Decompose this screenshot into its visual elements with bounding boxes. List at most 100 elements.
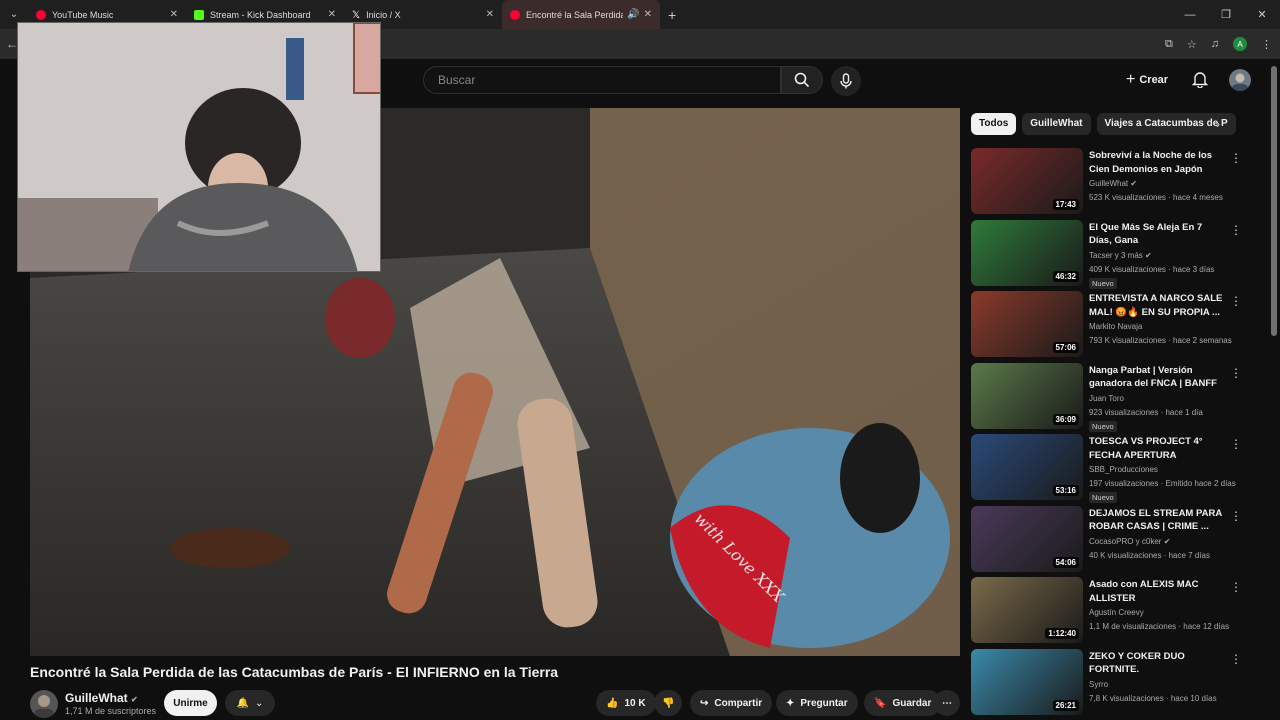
- recommendation-title[interactable]: DEJAMOS EL STREAM PARA ROBAR CASAS | CRI…: [1089, 507, 1225, 534]
- recommendation-item[interactable]: 54:06 DEJAMOS EL STREAM PARA ROBAR CASAS …: [971, 505, 1246, 578]
- more-vertical-icon[interactable]: ⋮: [1230, 437, 1242, 451]
- recommendation-title[interactable]: El Que Más Se Aleja En 7 Días, Gana: [1089, 221, 1225, 248]
- more-vertical-icon[interactable]: ⋮: [1230, 223, 1242, 237]
- recommendation-channel-text: Tacser y 3 más: [1089, 250, 1143, 260]
- speaker-icon[interactable]: 🔊: [627, 9, 639, 20]
- share-button[interactable]: ↪ Compartir: [690, 690, 773, 716]
- channel-avatar-image: [34, 695, 54, 718]
- more-actions-button[interactable]: ⋯: [934, 690, 960, 716]
- notifications-button[interactable]: [1191, 70, 1209, 93]
- more-vertical-icon[interactable]: ⋮: [1230, 366, 1242, 380]
- video-thumbnail[interactable]: 46:32: [971, 219, 1083, 286]
- kick-icon: [194, 9, 204, 20]
- browser-menu-icon[interactable]: ⋮: [1261, 38, 1272, 51]
- video-thumbnail[interactable]: 54:06: [971, 505, 1083, 572]
- chip-todos[interactable]: Todos: [971, 113, 1017, 135]
- close-tab-icon[interactable]: ✕: [644, 9, 652, 20]
- recommendation-item[interactable]: 1:12:40 Asado con ALEXIS MAC ALLISTER Agus…: [971, 577, 1246, 649]
- close-tab-icon[interactable]: ✕: [486, 9, 494, 20]
- recommendation-meta: 523 K visualizaciones · hace 4 meses: [1089, 193, 1223, 202]
- restore-icon[interactable]: ❐: [1208, 8, 1244, 21]
- video-thumbnail[interactable]: 26:21: [971, 648, 1083, 715]
- channel-avatar[interactable]: [30, 690, 58, 718]
- recommendation-channel[interactable]: CocasoPRO y c0ker ✔: [1089, 537, 1170, 546]
- video-thumbnail[interactable]: 36:09: [971, 362, 1083, 429]
- ask-button[interactable]: ✦ Preguntar: [776, 690, 858, 716]
- recommendation-channel[interactable]: GuilleWhat ✔: [1089, 179, 1137, 188]
- search-input[interactable]: Buscar: [423, 66, 781, 94]
- recommendation-item[interactable]: 46:32 El Que Más Se Aleja En 7 Días, Gana…: [971, 219, 1246, 292]
- recommendation-title[interactable]: TOESCA VS PROJECT 4° FECHA APERTURA: [1089, 435, 1225, 462]
- voice-search-button[interactable]: [831, 66, 861, 96]
- recommendation-item[interactable]: 26:21 ZEKO Y COKER DUO FORTNITE. Syrro 7,8 …: [971, 648, 1246, 720]
- chevron-down-icon: ⌄: [255, 697, 264, 709]
- thumbs-up-icon: 👍: [606, 697, 619, 709]
- more-vertical-icon[interactable]: ⋮: [1230, 580, 1242, 594]
- recommendation-title[interactable]: Sobreviví a la Noche de los Cien Demonio…: [1089, 149, 1225, 176]
- media-control-icon[interactable]: ♫: [1211, 38, 1219, 50]
- create-label: Crear: [1139, 74, 1169, 86]
- video-title: Encontré la Sala Perdida de las Catacumb…: [30, 664, 559, 680]
- video-thumbnail[interactable]: 17:43: [971, 148, 1083, 214]
- recommendation-item[interactable]: 36:09 Nanga Parbat | Versión ganadora del…: [971, 362, 1246, 435]
- video-thumbnail[interactable]: 53:16: [971, 434, 1083, 500]
- recommendation-title[interactable]: Nanga Parbat | Versión ganadora del FNCA…: [1089, 364, 1225, 392]
- webcam-feed: [18, 23, 380, 271]
- channel-name[interactable]: GuilleWhat ✔: [65, 691, 138, 705]
- tab-title: YouTube Music: [52, 9, 114, 20]
- thumbs-down-icon: 👎: [662, 697, 675, 709]
- recommendation-title[interactable]: Asado con ALEXIS MAC ALLISTER: [1089, 578, 1225, 605]
- more-vertical-icon[interactable]: ⋮: [1230, 652, 1242, 666]
- recommendation-channel[interactable]: Tacser y 3 más ✔: [1089, 251, 1152, 260]
- install-app-icon[interactable]: ⧉: [1165, 38, 1173, 51]
- more-horizontal-icon: ⋯: [942, 697, 952, 709]
- close-tab-icon[interactable]: ✕: [328, 9, 336, 20]
- account-avatar[interactable]: [1229, 69, 1251, 91]
- video-thumbnail[interactable]: 1:12:40: [971, 577, 1083, 643]
- channel-actions-row: GuilleWhat ✔ 1,71 M de suscriptores Unir…: [30, 688, 960, 720]
- recommendation-title[interactable]: ENTREVISTA A NARCO SALE MAL! 😡🔥 EN SU PR…: [1089, 292, 1225, 319]
- more-vertical-icon[interactable]: ⋮: [1230, 294, 1242, 308]
- chip-guillewhat[interactable]: GuilleWhat: [1022, 113, 1091, 135]
- bookmark-star-icon[interactable]: ☆: [1187, 38, 1197, 51]
- dislike-button[interactable]: 👎: [654, 690, 683, 716]
- verified-icon: ✔: [1163, 536, 1171, 546]
- recommendation-channel[interactable]: SBB_Producciones: [1089, 465, 1158, 474]
- recommendation-title[interactable]: ZEKO Y COKER DUO FORTNITE.: [1089, 650, 1225, 677]
- recommendation-channel[interactable]: Syrro: [1089, 680, 1108, 689]
- recommendation-meta: 197 visualizaciones · Emitido hace 2 día…: [1089, 479, 1236, 488]
- recommendation-channel[interactable]: Juan Toro: [1089, 394, 1124, 403]
- recommendation-channel-text: Syrro: [1089, 679, 1109, 689]
- recommendation-meta: 7,8 K visualizaciones · hace 10 días: [1089, 693, 1217, 703]
- recommendation-channel[interactable]: Markito Navaja: [1089, 322, 1142, 331]
- create-button[interactable]: + Crear: [1126, 68, 1168, 92]
- chevron-right-icon[interactable]: ›: [1216, 117, 1220, 131]
- tab-youtube-video[interactable]: Encontré la Sala Perdida de 🔊 ✕: [502, 0, 660, 29]
- new-badge: Nuevo: [1089, 420, 1117, 432]
- minimize-icon[interactable]: —: [1172, 9, 1208, 21]
- join-button[interactable]: Unirme: [164, 690, 217, 716]
- close-window-icon[interactable]: ✕: [1244, 8, 1280, 21]
- profile-avatar[interactable]: A: [1233, 37, 1247, 51]
- more-vertical-icon[interactable]: ⋮: [1230, 151, 1242, 165]
- subscription-bell-button[interactable]: 🔔 ⌄: [225, 690, 275, 716]
- recommendation-meta: 409 K visualizaciones · hace 3 días: [1089, 264, 1215, 274]
- chip-viajes-catacumbas[interactable]: Viajes a Catacumbas de P: [1096, 113, 1236, 135]
- duration-badge: 46:32: [1052, 270, 1079, 282]
- verified-icon: ✔: [131, 695, 138, 704]
- recommendation-channel-text: SBB_Producciones: [1089, 465, 1158, 474]
- like-count: 10 K: [624, 697, 646, 709]
- save-button[interactable]: 🔖 Guardar: [864, 690, 942, 716]
- recommendation-meta: 1,1 M de visualizaciones · hace 12 días: [1089, 622, 1230, 631]
- recommendation-item[interactable]: 17:43 Sobreviví a la Noche de los Cien De…: [971, 148, 1246, 220]
- video-thumbnail[interactable]: 57:06: [971, 291, 1083, 357]
- page-scrollbar[interactable]: [1271, 66, 1277, 336]
- recommendation-channel[interactable]: Agustín Creevy: [1089, 608, 1144, 617]
- more-vertical-icon[interactable]: ⋮: [1230, 509, 1242, 523]
- search-button[interactable]: [781, 66, 823, 94]
- close-tab-icon[interactable]: ✕: [170, 9, 178, 20]
- recommendation-item[interactable]: 57:06 ENTREVISTA A NARCO SALE MAL! 😡🔥 EN …: [971, 291, 1246, 363]
- like-button[interactable]: 👍 10 K: [596, 690, 656, 716]
- new-tab-button[interactable]: +: [668, 7, 676, 23]
- recommendation-item[interactable]: 53:16 TOESCA VS PROJECT 4° FECHA APERTURA…: [971, 434, 1246, 506]
